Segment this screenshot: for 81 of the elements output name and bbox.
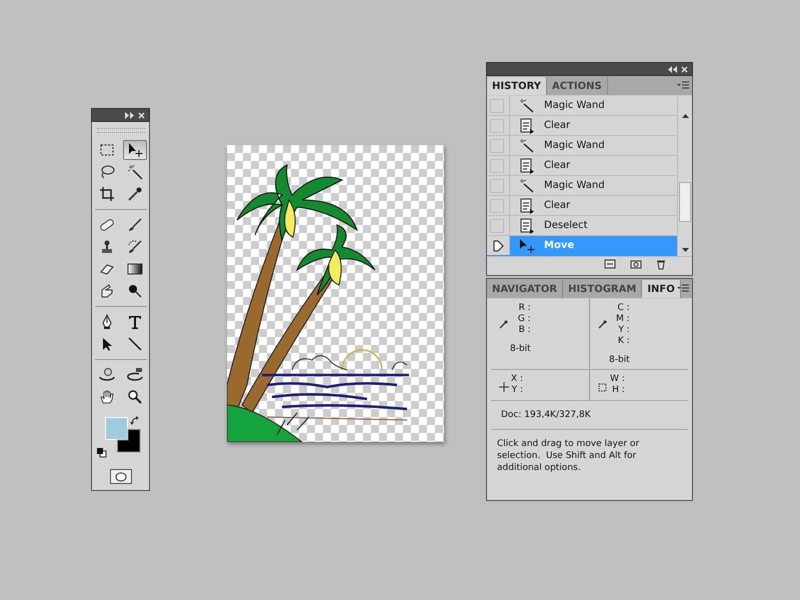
type-tool-icon [126,314,142,330]
channel-label: Y : [618,325,630,336]
history-state-item[interactable]: Clear [510,156,677,175]
history-brush-icon [126,239,142,255]
panel-menu-icon[interactable] [677,284,689,293]
line-icon [126,336,142,352]
bit-depth-label: 8-bit [510,344,531,354]
channel-label: C : [618,303,630,314]
default-colors-icon[interactable] [96,448,106,458]
burn-tool-icon [126,283,142,299]
history-state-marker-icon [493,240,505,252]
snapshot-checkbox[interactable] [490,158,504,172]
brush-icon [126,217,142,233]
hand-icon [98,389,114,405]
gradient-icon [126,261,142,277]
channel-label: K : [618,336,630,347]
sphere-rotate-icon [98,367,114,383]
snapshot-checkbox[interactable] [490,198,504,212]
document-icon [518,198,536,214]
history-state-item[interactable]: Clear [510,116,677,135]
panel-menu-icon[interactable] [677,81,689,90]
camera-orbit-icon [126,367,142,383]
snapshot-checkbox[interactable] [490,218,504,232]
selection-size-icon [598,382,608,392]
zoom-icon [126,389,142,405]
document-icon [518,158,536,174]
background-swatch[interactable] [116,429,140,452]
history-state-item[interactable]: Magic Wand [510,96,677,115]
expand-icon[interactable] [125,112,134,118]
crosshair-icon [499,382,509,392]
history-state-item[interactable]: Magic Wand [510,136,677,155]
magic-wand-icon [126,164,142,180]
bit-depth-label: 8-bit [609,355,630,365]
snapshot-checkbox[interactable] [490,178,504,192]
history-state-item[interactable]: Magic Wand [510,176,677,195]
channel-label: G : [518,314,531,325]
magic-wand-icon [518,138,536,154]
new-document-icon[interactable] [604,259,616,269]
eyedropper-icon [598,320,607,329]
circle-icon [114,472,126,482]
snapshot-checkbox[interactable] [490,138,504,152]
close-icon[interactable] [138,112,145,118]
panel-tab[interactable]: INFO [642,280,681,298]
close-icon[interactable] [681,66,688,72]
eyedropper-icon [499,320,508,329]
magic-wand-icon [518,178,536,194]
crop-icon [98,186,114,202]
channel-label: R : [518,303,531,314]
quick-mask-button[interactable] [110,469,132,484]
scroll-thumb[interactable] [679,182,691,222]
panel-tab[interactable]: HISTORY [487,77,548,95]
lasso-icon [98,164,114,180]
document-size: Doc: 193,4K/327,8K [491,401,688,430]
history-state-item[interactable]: Clear [510,196,677,215]
channel-label: M : [616,314,630,325]
snapshot-checkbox[interactable] [490,98,504,112]
document-icon [518,118,536,134]
scroll-up-icon[interactable] [682,114,688,118]
snapshot-checkbox[interactable] [490,118,504,132]
tool-hint: Click and drag to move layer or selection. Use Shift and Alt for additional options. [496,438,640,475]
move-arrow-icon [126,142,142,158]
coordinate-label: Y : [512,385,524,396]
eyedropper-icon [126,186,142,202]
coordinate-label: W : [610,374,625,385]
finger-icon [98,283,114,299]
collapse-icon[interactable] [668,66,677,72]
swap-arrows-icon[interactable] [130,416,140,426]
coordinate-label: H : [612,385,625,396]
foreground-swatch[interactable] [104,417,128,440]
scrollbar[interactable] [677,96,692,256]
history-state-item[interactable]: Deselect [510,216,677,235]
trash-icon[interactable] [656,259,666,270]
channel-label: B : [518,325,531,336]
tool-button[interactable] [122,140,146,160]
magic-wand-icon [518,98,536,114]
move-arrow-icon [518,238,536,254]
scroll-down-icon[interactable] [682,248,688,252]
document-icon [518,218,536,234]
coordinate-label: X : [511,374,524,385]
marquee-icon [98,142,114,158]
camera-icon[interactable] [630,259,642,269]
